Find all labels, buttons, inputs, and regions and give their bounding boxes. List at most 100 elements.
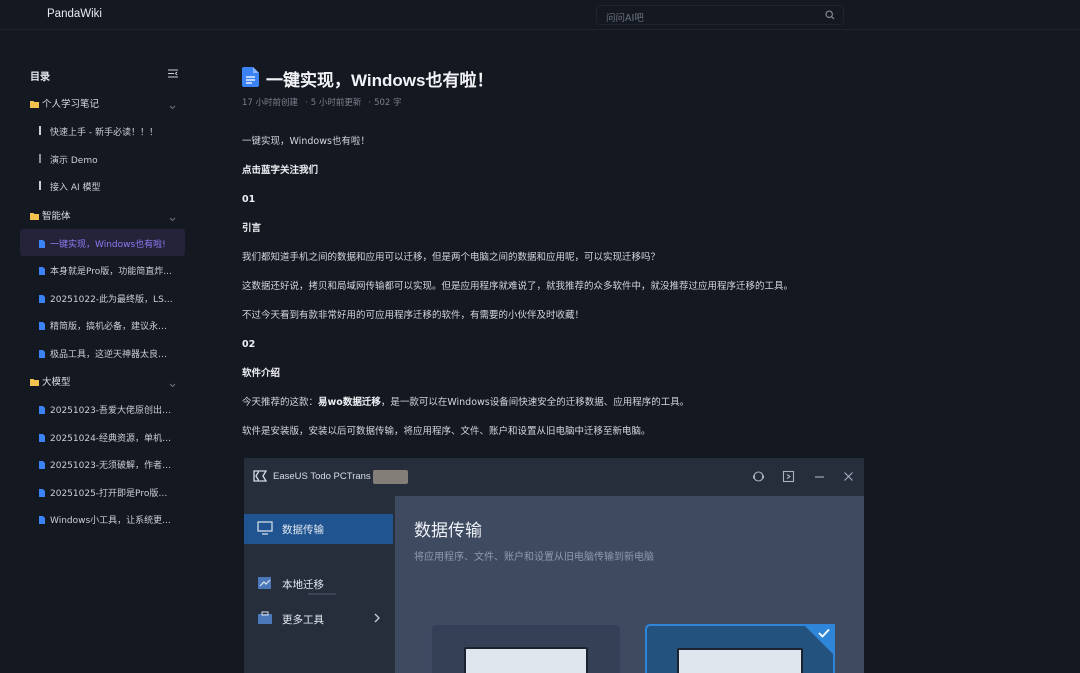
- toc-item[interactable]: 快速上手 - 新手必读！！！: [20, 117, 185, 145]
- toc-item[interactable]: 20251023-无须破解，作者承...: [20, 450, 185, 478]
- doc-icon: [39, 487, 45, 500]
- paragraph: 软件是安装版，安装以后可数据传输，将应用程序、文件、账户和设置从旧电脑中迁移至新…: [242, 426, 651, 437]
- doc-icon: [39, 320, 45, 333]
- toc-item-label: 快速上手 - 新手必读！！！: [50, 128, 158, 138]
- toc-group-label: 个人学习笔记: [42, 99, 100, 110]
- image-app-name: EaseUS Todo PCTrans: [273, 471, 371, 482]
- monitor-illustration: [464, 647, 588, 673]
- doc-icon: [39, 293, 45, 306]
- doc-icon: [39, 404, 45, 417]
- image-titlebar: EaseUS Todo PCTrans: [244, 458, 864, 496]
- chevron-down-icon[interactable]: [169, 212, 176, 225]
- toc-group-agents[interactable]: 智能体: [20, 200, 185, 229]
- toc-group-large-models[interactable]: 大模型: [20, 366, 185, 395]
- toc-item[interactable]: 本身就是Pro版，功能简直炸...: [20, 256, 185, 284]
- image-option-card: [431, 624, 621, 673]
- toc-item[interactable]: 极品工具，这逆天神器太良心...: [20, 339, 185, 367]
- word-count: 502 字: [374, 98, 402, 108]
- article: 一键实现，Windows也有啦！ 17 小时前创建 · 5 小时前更新 · 502 字 …: [242, 64, 862, 455]
- toc-item[interactable]: 接入 AI 模型: [20, 172, 185, 200]
- toc-item[interactable]: 精简版，搞机必备，建议永久...: [20, 311, 185, 339]
- toc-item[interactable]: Windows小工具，让系统更...: [20, 505, 185, 533]
- doc-icon: [39, 238, 45, 251]
- toc-item-label: 20251023-吾爱大佬原创出品...: [50, 406, 175, 416]
- image-nav-more-tools: 更多工具: [244, 604, 393, 634]
- toc-item-active[interactable]: 一键实现，Windows也有啦!: [20, 228, 185, 256]
- toc-item[interactable]: 20251023-吾爱大佬原创出品...: [20, 395, 185, 423]
- close-icon: [842, 470, 856, 484]
- minimize-icon: [813, 470, 827, 484]
- toc-item-label: 20251022-此为最终版，LSJ...: [50, 294, 175, 305]
- created-time: 17 小时前创建: [242, 98, 299, 108]
- blurred-badge: [373, 470, 408, 484]
- toc-item-label: 20251023-无须破解，作者承...: [50, 461, 175, 471]
- monitor-icon: [257, 521, 273, 538]
- separator: ·: [305, 98, 308, 108]
- feedback-icon: [782, 470, 796, 484]
- document-icon: [242, 67, 259, 90]
- section-heading: 引言: [242, 223, 262, 234]
- section-number: 02: [242, 339, 256, 350]
- article-image: EaseUS Todo PCTrans 数据传输 本地迁移 更多工具 数据传输 …: [244, 458, 864, 673]
- chevron-right-icon: [374, 613, 381, 626]
- image-subheading: 将应用程序、文件、账户和设置从旧电脑传输到新电脑: [414, 552, 654, 563]
- toc-group-label: 智能体: [42, 210, 71, 222]
- paragraph: 不过今天看到有款非常好用的可应用程序迁移的软件，有需要的小伙伴及时收藏！: [242, 310, 585, 321]
- app-logo-icon: [253, 470, 268, 485]
- toc-title: 目录: [30, 72, 50, 83]
- doc-icon: [39, 153, 41, 163]
- toc-item-label: 一键实现，Windows也有啦!: [50, 239, 166, 250]
- check-icon: [818, 628, 830, 641]
- toc-item-label: 20251025-打开即是Pro版，...: [50, 488, 175, 499]
- image-sidebar: 数据传输 本地迁移 更多工具: [244, 496, 394, 673]
- search-box[interactable]: 问问AI吧: [596, 5, 844, 25]
- article-body: 一键实现，Windows也有啦！ 点击蓝字关注我们 01 引言 我们都知道手机之…: [242, 136, 862, 455]
- toc-item-label: 精简版，搞机必备，建议永久...: [50, 322, 175, 332]
- search-placeholder: 问问AI吧: [606, 13, 644, 24]
- image-option-card-selected: [645, 624, 835, 673]
- toc-item[interactable]: 20251022-此为最终版，LSJ...: [20, 284, 185, 312]
- paragraph-text: 今天推荐的这款：: [242, 397, 319, 408]
- toc-item[interactable]: 演示 Demo: [20, 145, 185, 173]
- doc-icon: [39, 459, 45, 472]
- article-header: 一键实现，Windows也有啦！: [242, 64, 862, 92]
- toc-item[interactable]: 20251024-经典资源，单机离...: [20, 423, 185, 451]
- chevron-down-icon[interactable]: [169, 100, 176, 113]
- monitor-illustration: [677, 648, 803, 673]
- section-number: 01: [242, 194, 256, 205]
- folder-icon: [30, 98, 39, 111]
- toc-item-label: 接入 AI 模型: [50, 183, 101, 193]
- toc-item-label: 20251024-经典资源，单机离...: [50, 433, 175, 444]
- toc-item-label: 本身就是Pro版，功能简直炸...: [50, 267, 172, 277]
- sidebar-toc: 目录 个人学习笔记 快速上手 - 新手必读！！！ 演示 Demo 接入 AI 模…: [20, 58, 185, 533]
- toc-item[interactable]: 20251025-打开即是Pro版，...: [20, 478, 185, 506]
- paragraph-emphasis: 易wo数据迁移: [318, 397, 381, 408]
- doc-icon: [39, 514, 45, 527]
- doc-icon: [39, 181, 41, 190]
- app-logo[interactable]: PandaWiki: [47, 8, 102, 20]
- doc-icon: [39, 126, 41, 135]
- paragraph: 这数据还好说，拷贝和局域网传输都可以实现。但是应用程序就难说了，就我推荐的众多软…: [242, 281, 794, 292]
- search-icon[interactable]: [825, 10, 835, 23]
- collapse-toc-icon[interactable]: [168, 68, 179, 81]
- toc-group-label: 大模型: [42, 377, 71, 388]
- migrate-icon: [257, 576, 273, 593]
- toolbox-icon: [257, 611, 273, 628]
- paragraph: 一键实现，Windows也有啦！: [242, 136, 370, 147]
- separator: ·: [368, 98, 372, 108]
- image-nav-data-transfer: 数据传输: [244, 514, 393, 544]
- toc-group-personal-notes[interactable]: 个人学习笔记: [20, 88, 185, 117]
- toc-header: 目录: [20, 58, 185, 88]
- paragraph-bold: 点击蓝字关注我们: [242, 165, 319, 176]
- support-icon: [752, 470, 766, 484]
- paragraph-text: ，是一款可以在Windows设备间快速安全的迁移数据、应用程序的工具。: [380, 397, 690, 408]
- doc-icon: [39, 348, 45, 361]
- image-nav-local-migration: 本地迁移: [244, 569, 393, 599]
- chevron-down-icon[interactable]: [169, 378, 176, 391]
- folder-icon: [30, 376, 39, 389]
- updated-time: 5 小时前更新: [310, 98, 362, 108]
- section-heading: 软件介绍: [242, 368, 281, 379]
- paragraph: 今天推荐的这款：易wo数据迁移，是一款可以在Windows设备间快速安全的迁移数…: [242, 397, 862, 426]
- doc-icon: [39, 432, 45, 445]
- toc-item-label: 极品工具，这逆天神器太良心...: [50, 349, 175, 360]
